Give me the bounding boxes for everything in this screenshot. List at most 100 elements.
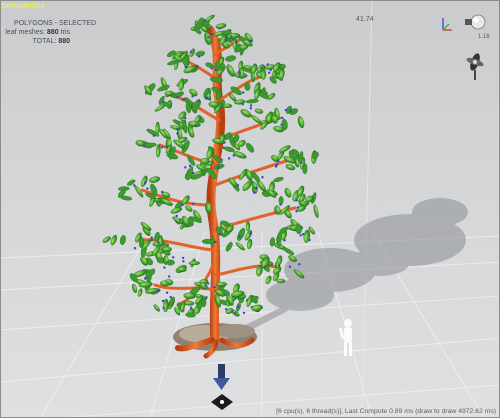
wind-fan-icon[interactable] <box>466 52 485 80</box>
light-bulb-icon[interactable] <box>465 14 486 30</box>
selected-vertex <box>236 305 240 308</box>
selected-vertex <box>165 145 168 148</box>
selected-vertex <box>236 184 240 187</box>
leaf-mesh <box>102 236 111 243</box>
leaf-mesh <box>226 64 235 77</box>
selected-vertex <box>283 239 286 242</box>
leaf-mesh <box>164 91 174 96</box>
selected-vertex <box>172 256 175 259</box>
leaf-mesh <box>187 126 195 138</box>
selected-vertex <box>230 35 233 38</box>
total-label: TOTAL: <box>32 38 57 45</box>
leaf-mesh <box>228 93 237 102</box>
move-down-arrow-icon[interactable] <box>213 364 230 390</box>
selected-vertex <box>255 186 258 190</box>
leaf-mesh <box>295 223 302 235</box>
leaf-mesh <box>222 103 233 108</box>
leaf-mesh <box>225 55 236 62</box>
selected-vertex <box>169 296 172 299</box>
selected-vertex <box>295 210 298 213</box>
polygon-stats-panel: POLYGONS - SELECTED leaf meshes: 880 tri… <box>4 19 96 46</box>
selected-vertex <box>308 238 311 242</box>
axis-gizmo-icon[interactable] <box>442 18 452 31</box>
selected-vertex <box>214 240 217 244</box>
selected-vertex <box>161 190 164 194</box>
selected-vertex <box>222 146 225 149</box>
selected-vertex <box>184 117 187 120</box>
selected-vertex <box>218 233 222 236</box>
leaf-mesh <box>285 164 296 171</box>
selected-vertex <box>190 51 193 54</box>
selected-vertex <box>284 108 288 112</box>
selected-vertex <box>261 176 264 179</box>
selected-vertex <box>280 123 283 127</box>
leaf-mesh <box>245 221 251 232</box>
selected-vertex <box>197 55 201 58</box>
selected-vertex <box>157 241 160 244</box>
selected-vertex <box>260 67 263 70</box>
selected-vertex <box>249 39 252 43</box>
human-scale-figure-icon[interactable] <box>338 319 352 356</box>
leaf-mesh <box>204 14 215 22</box>
selected-vertex <box>275 163 279 166</box>
leaf-mesh <box>110 234 117 246</box>
leaf-mesh <box>153 304 160 312</box>
selected-vertex <box>182 260 185 263</box>
selected-vertex <box>133 247 137 250</box>
selected-vertex <box>179 218 182 221</box>
selected-vertex <box>168 275 171 278</box>
selected-vertex <box>269 68 272 72</box>
selected-vertex <box>191 202 195 205</box>
leaf-mesh <box>284 188 292 198</box>
selected-vertex <box>144 181 147 184</box>
selected-vertex <box>298 263 301 266</box>
selected-vertex <box>234 311 237 314</box>
selected-vertex <box>249 104 253 107</box>
3d-viewport[interactable]: perspective POLYGONS - SELECTED leaf mes… <box>0 0 500 418</box>
selected-vertex <box>191 95 194 98</box>
selected-vertex <box>208 98 212 101</box>
selected-vertex <box>217 166 220 169</box>
leaf-mesh <box>141 175 148 187</box>
leaf-mesh <box>137 288 143 297</box>
status-bar: [6 cpu(s), 6 thread(s)], Last Compute 0.… <box>276 408 496 415</box>
selected-vertex <box>296 206 300 209</box>
selected-vertex <box>176 132 179 135</box>
selected-vertex <box>266 63 269 66</box>
leaf-meshes-value: 880 <box>47 29 59 36</box>
stats-title: POLYGONS - SELECTED <box>14 20 96 27</box>
selected-vertex <box>232 154 235 157</box>
total-value: 880 <box>58 38 70 45</box>
selected-vertex <box>175 214 178 218</box>
selected-vertex <box>192 171 195 175</box>
selected-vertex <box>277 264 281 267</box>
leaf-mesh <box>162 246 172 252</box>
selected-vertex <box>203 19 206 22</box>
selected-vertex <box>238 71 241 75</box>
leaf-mesh <box>185 312 196 318</box>
selected-vertex <box>143 145 146 148</box>
selected-vertex <box>253 191 256 194</box>
selected-vertex <box>263 265 267 269</box>
selected-vertex <box>184 166 187 169</box>
selected-vertex <box>206 282 210 285</box>
selected-vertex <box>184 66 188 69</box>
selected-vertex <box>194 124 197 127</box>
leaf-mesh <box>185 205 193 212</box>
viewport-name[interactable]: perspective <box>2 1 45 10</box>
selected-vertex <box>158 289 161 292</box>
selected-vertex <box>300 161 303 165</box>
selected-vertex <box>189 306 193 309</box>
selected-vertex <box>150 236 153 239</box>
scene-canvas[interactable] <box>0 0 500 418</box>
leaf-mesh <box>235 242 245 251</box>
selected-vertex <box>213 285 216 289</box>
leaf-mesh <box>215 281 228 287</box>
selected-vertex <box>299 234 302 237</box>
selected-vertex <box>227 157 231 160</box>
ground-plane-pin-icon[interactable] <box>211 394 233 410</box>
selected-vertex <box>218 27 221 30</box>
leaf-meshes-unit: tris <box>60 29 70 36</box>
selected-vertex <box>150 238 153 241</box>
leaf-mesh <box>265 275 272 285</box>
